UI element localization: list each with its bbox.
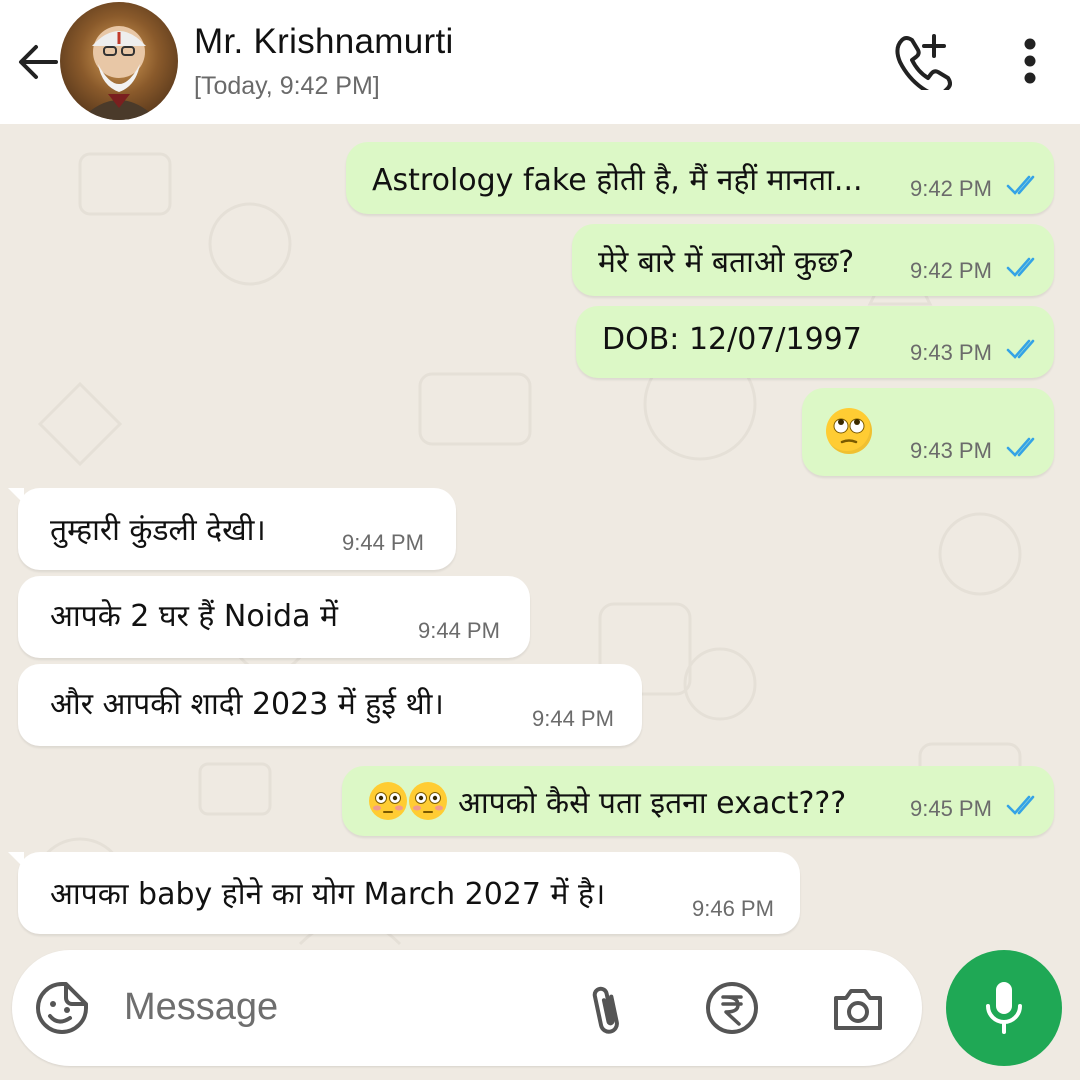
message-text: मेरे बारे में बताओ कुछ? [598,245,855,280]
rupee-payment-icon[interactable] [704,980,760,1036]
message-bubble-incoming[interactable]: आपका baby होने का योग March 2027 में है।… [8,852,800,934]
message-time: 9:43 PM [910,340,992,365]
mic-icon [986,982,1022,1034]
avatar-portrait [80,26,158,120]
message-bubble-outgoing[interactable]: Astrology fake होती है, मैं नहीं मानता..… [346,142,1054,214]
avatar[interactable] [60,2,178,120]
message-bubble-incoming[interactable]: और आपकी शादी 2023 में हुई थी। 9:44 PM [18,664,642,746]
last-seen-status: [Today, 9:42 PM] [194,72,380,100]
message-text: आपका baby होने का योग March 2027 में है। [50,877,606,912]
rolling-eyes-emoji-icon [826,408,872,454]
message-bubble-incoming[interactable]: आपके 2 घर हैं Noida में 9:44 PM [18,576,530,658]
message-time: 9:42 PM [910,258,992,283]
message-time: 9:43 PM [910,438,992,463]
message-text: और आपकी शादी 2023 में हुई थी। [50,687,444,722]
message-bubble-outgoing[interactable]: DOB: 12/07/1997 9:43 PM [576,306,1054,378]
sticker-icon[interactable] [34,980,90,1036]
message-time: 9:44 PM [532,706,614,731]
message-time: 9:45 PM [910,796,992,821]
bubble-tail [8,488,24,504]
message-time: 9:44 PM [418,618,500,643]
message-time: 9:42 PM [910,176,992,201]
bubble-tail [8,852,24,868]
read-ticks-icon [1006,795,1035,815]
message-text: आपको कैसे पता इतना exact??? [458,786,847,821]
message-bubble-incoming[interactable]: तुम्हारी कुंडली देखी। 9:44 PM [8,488,456,570]
more-vert-icon[interactable] [1008,36,1052,88]
flushed-face-emoji-icon [368,780,448,826]
back-arrow-icon[interactable] [14,38,62,86]
message-bubble-outgoing[interactable]: 9:43 PM [802,388,1054,476]
chat-header: Mr. Krishnamurti [Today, 9:42 PM] [0,0,1080,124]
message-time: 9:46 PM [692,896,774,921]
read-ticks-icon [1006,339,1035,359]
message-composer: Message [12,950,922,1066]
message-text: आपके 2 घर हैं Noida में [50,599,338,634]
read-ticks-icon [1006,437,1035,457]
add-call-icon[interactable] [892,30,952,90]
read-ticks-icon [1006,175,1035,195]
message-text: तुम्हारी कुंडली देखी। [50,513,266,548]
attach-icon[interactable] [586,980,626,1040]
message-bubble-outgoing[interactable]: मेरे बारे में बताओ कुछ? 9:42 PM [572,224,1054,296]
message-text: Astrology fake होती है, मैं नहीं मानता..… [372,163,863,198]
message-bubble-outgoing[interactable]: आपको कैसे पता इतना exact??? 9:45 PM [342,766,1054,836]
camera-icon[interactable] [830,984,886,1034]
voice-message-button[interactable] [946,950,1062,1066]
message-input[interactable]: Message [124,986,278,1029]
read-ticks-icon [1006,257,1035,277]
contact-name[interactable]: Mr. Krishnamurti [194,22,454,62]
message-time: 9:44 PM [342,530,424,555]
message-text: DOB: 12/07/1997 [602,322,862,357]
